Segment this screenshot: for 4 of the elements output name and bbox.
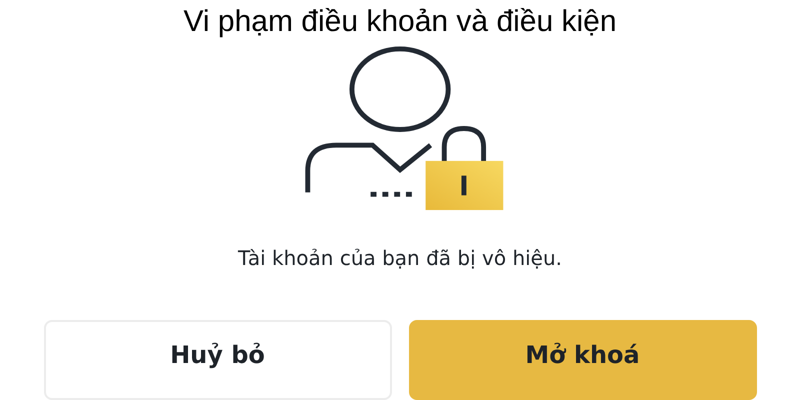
message-text: Tài khoản của bạn đã bị vô hiệu. [238, 246, 562, 270]
unlock-button[interactable]: Mở khoá [408, 320, 756, 400]
dialog-title: Vi phạm điều khoản và điều kiện [183, 4, 617, 40]
cancel-button[interactable]: Huỷ bỏ [44, 320, 392, 400]
